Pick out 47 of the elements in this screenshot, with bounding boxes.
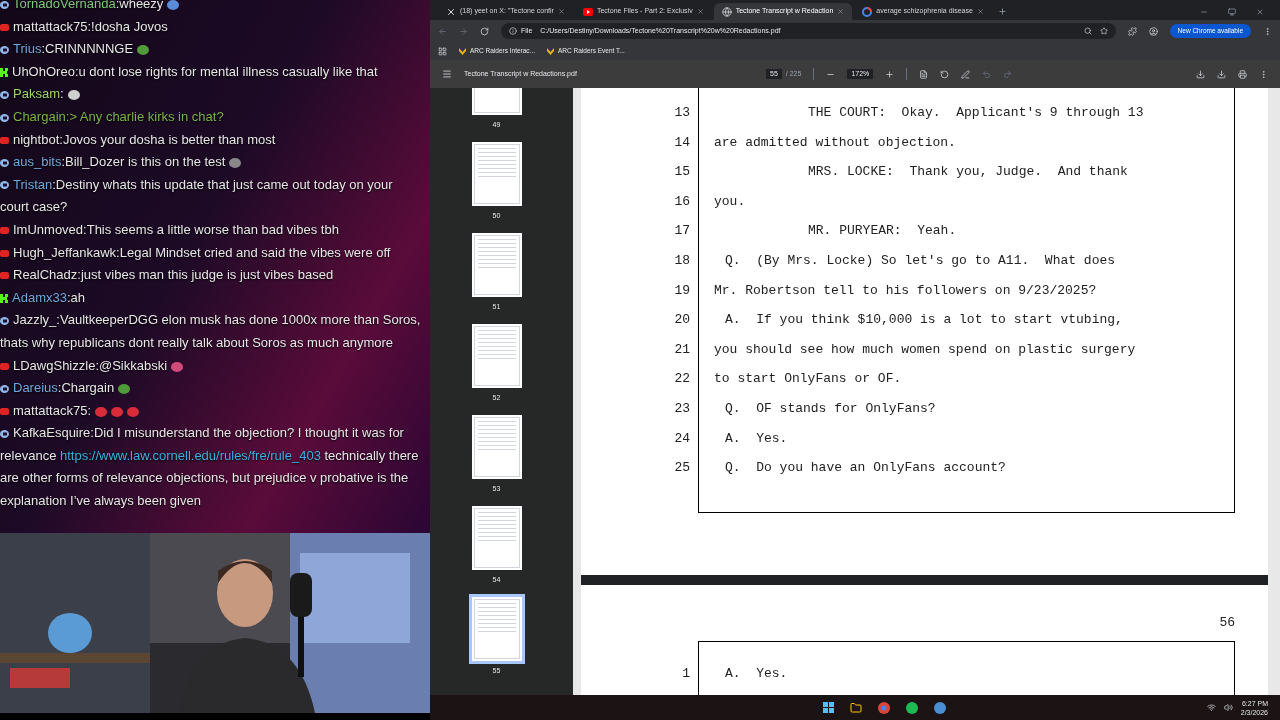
- chat-message: nightbot:Jovos your dosha is better than most: [0, 128, 430, 152]
- transcript-line: Mr. Robertson tell to his followers on 9/23/2025?: [713, 281, 1097, 300]
- chat-message: ImUnmoved:This seems a little worse than bad vibes tbh: [0, 218, 430, 242]
- line-number: 14: [673, 133, 691, 152]
- transcript-line: you.: [713, 192, 746, 211]
- transcript-line: A. If you think $10,000 is a lot to start vtubing,: [724, 311, 1123, 330]
- chat-message: LDawgShizzle:@Sikkabski: [0, 354, 430, 378]
- transcript-line: A. Yes.: [724, 429, 788, 448]
- line-number: 18: [673, 252, 691, 270]
- chat-message: mattattack75:!dosha Jovos: [0, 15, 430, 39]
- line-number: 19: [673, 281, 691, 300]
- chat-message: Dareius:Chargain: [0, 377, 430, 400]
- line-number: 24: [673, 429, 691, 448]
- line-number: 15: [673, 163, 691, 182]
- transcript-line: Q. Do you have an OnlyFans account?: [724, 459, 1006, 478]
- line-number: 16: [673, 192, 691, 211]
- line-number: 21: [673, 340, 691, 359]
- transcript-line: THE COURT: Okay. Applicant's 9 through 13: [807, 104, 1144, 123]
- chat-message: mattattack75:: [0, 399, 430, 423]
- transcript-line: Q. (By Mrs. Locke) So let's go to A11. What does: [724, 252, 1116, 270]
- chat-message: Trius:CRINNNNNGE: [0, 38, 430, 61]
- chat-message: Tristan:Destiny whats this update that just came out today on your court case?: [0, 175, 394, 217]
- chat-message: Adamx33:ah: [0, 286, 430, 310]
- transcript-line: you should see how much women spend on plastic surgery: [713, 340, 1136, 359]
- transcript-line: to start OnlyFans or OF.: [713, 370, 902, 389]
- transcript-line: are admitted without objection.: [713, 133, 956, 152]
- chat-message: UhOhOreo:u dont lose rights for mental illness casually like that: [0, 60, 430, 84]
- transcript-line: MR. PURYEAR: Yeah.: [807, 222, 957, 241]
- chat-message: KafkaEsquire:Did I misunderstand the objection? I thought it was for relevance https://www.law.cornell.edu/rules/fre/rule_403 technically there are other forms of relevance objections, but prejudice v probative is the explanation I’ve always been given: [0, 424, 420, 511]
- transcript-line: A. Yes.: [724, 664, 788, 683]
- line-number: 22: [673, 370, 691, 389]
- line-number: 20: [673, 311, 691, 330]
- transcript-line: Q. OF stands for OnlyFans?: [724, 400, 936, 418]
- chat-link[interactable]: https://www.law.cornell.edu/rules/fre/rule_403: [60, 447, 321, 463]
- chat-message: Jazzly_:VaultkeeperDGG elon musk has done 1000x more than Soros, thats why republicans dont really talk about Soros as much anymore: [0, 311, 422, 352]
- line-number: 1: [681, 664, 691, 683]
- line-number: 13: [673, 104, 691, 123]
- line-number: 23: [673, 400, 691, 418]
- line-number: 25: [673, 459, 691, 478]
- chat-message: Paksam:: [0, 83, 430, 106]
- chat-message: aus_bits:Bill_Dozer is this on the test: [0, 151, 430, 174]
- chat-message: RealChadz:just vibes man this judge is just vibes based: [0, 264, 430, 287]
- transcript-line: MRS. LOCKE: Thank you, Judge. And thank: [807, 163, 1128, 182]
- line-number: 17: [673, 222, 691, 241]
- chat-message: Chargain:> Any charlie kirks in chat?: [0, 105, 430, 129]
- page-number: 56: [1219, 615, 1235, 630]
- chat-message: Hugh_Jeffankawk:Legal Mindset cried and said the vibes were off: [0, 241, 430, 265]
